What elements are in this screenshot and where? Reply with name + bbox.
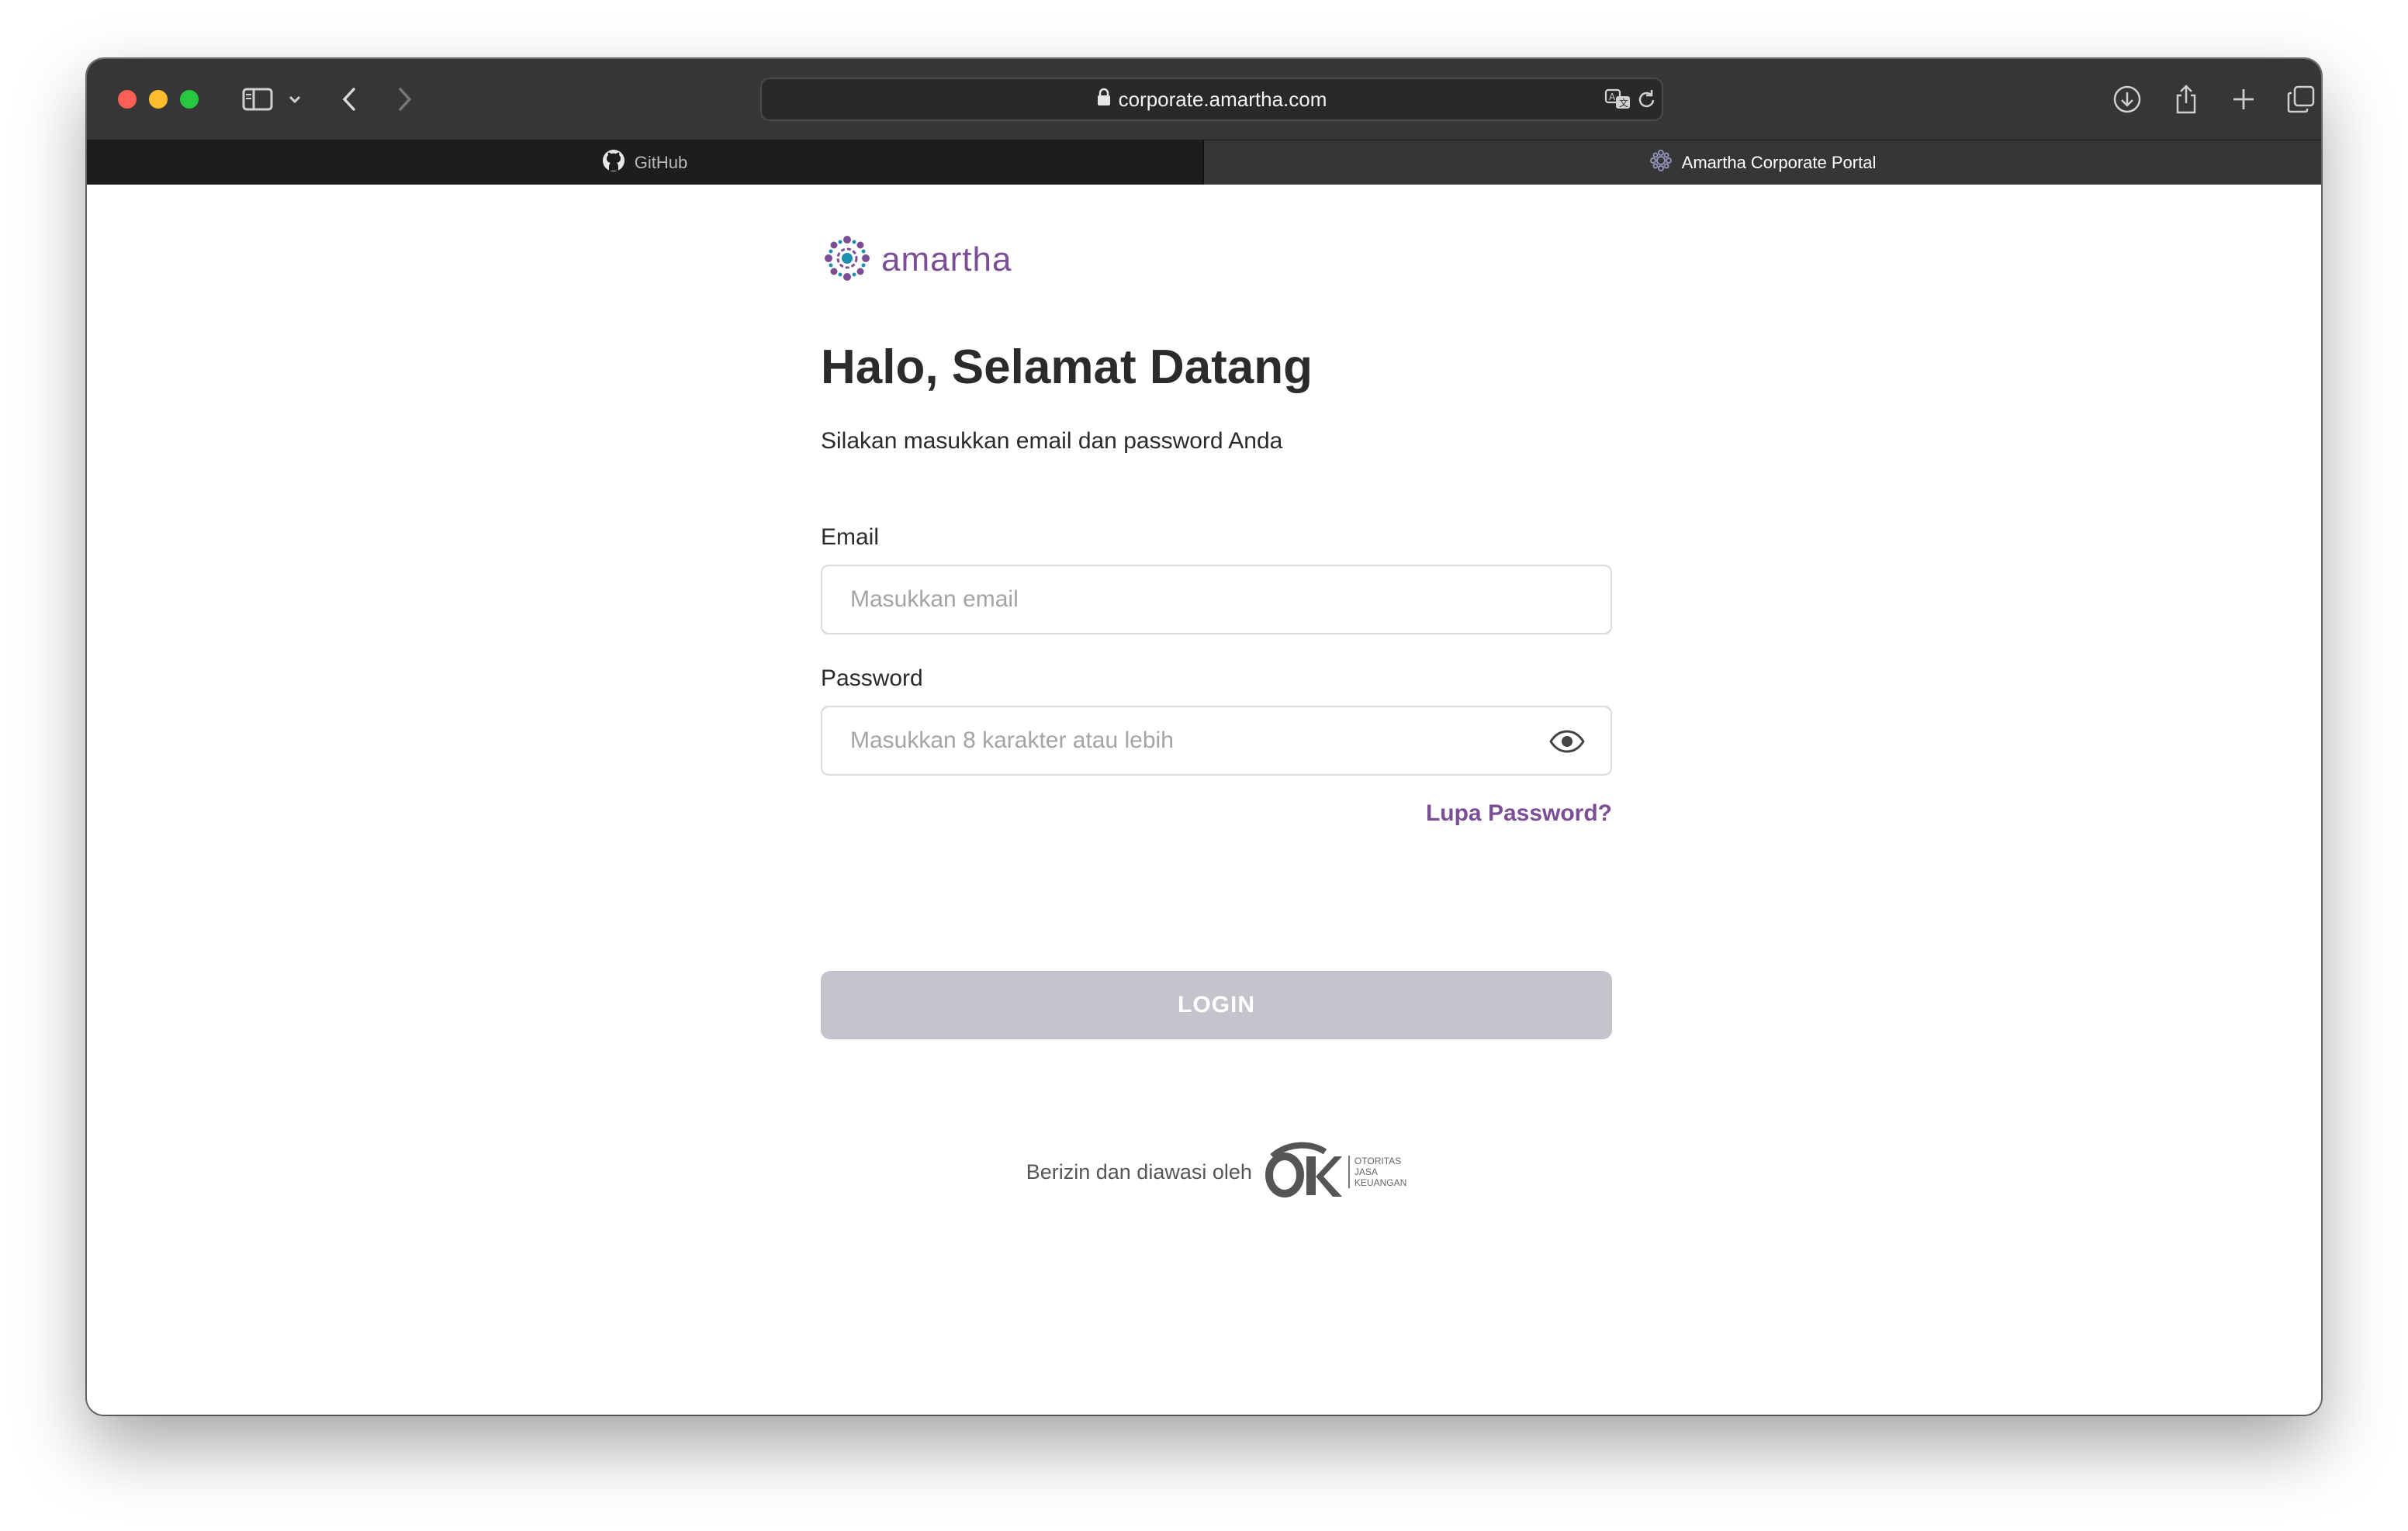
close-window-button[interactable] (118, 90, 137, 109)
page-content: amartha Halo, Selamat Datang Silakan mas… (87, 185, 2321, 1415)
minimize-window-button[interactable] (149, 90, 168, 109)
tab-label: Amartha Corporate Portal (1681, 153, 1877, 172)
regulator-footer: Berizin dan diawasi oleh OTORITAS JASA K… (821, 1137, 1612, 1207)
reload-icon[interactable] (1637, 85, 1657, 113)
github-icon (602, 149, 625, 177)
svg-text:A: A (1609, 92, 1616, 102)
regulated-text: Berizin dan diawasi oleh (1026, 1159, 1252, 1184)
amartha-logo: amartha (821, 233, 1012, 287)
ojk-logo-mark (1265, 1142, 1342, 1197)
zoom-window-button[interactable] (180, 90, 199, 109)
page-subtitle: Silakan masukkan email dan password Anda (821, 428, 1283, 454)
browser-toolbar: corporate.amartha.com A文 (87, 59, 2321, 140)
tab-bar: GitHub Amartha Corporate Portal (87, 140, 2321, 185)
translate-icon[interactable]: A文 (1604, 85, 1632, 113)
email-field[interactable] (821, 565, 1612, 634)
page-title: Halo, Selamat Datang (821, 340, 1313, 394)
tab-label: GitHub (634, 153, 688, 172)
show-password-eye-icon[interactable] (1547, 726, 1587, 757)
login-button[interactable]: LOGIN (821, 971, 1612, 1039)
share-icon[interactable] (2169, 81, 2203, 118)
lock-icon (1097, 88, 1111, 112)
url-text: corporate.amartha.com (1118, 87, 1327, 111)
password-field[interactable] (821, 706, 1612, 776)
sidebar-toggle-icon[interactable] (239, 81, 276, 118)
password-label: Password (821, 665, 923, 691)
new-tab-icon[interactable] (2226, 81, 2261, 118)
svg-text:文: 文 (1619, 97, 1628, 109)
amartha-mandala-icon (821, 232, 874, 289)
forgot-password-link[interactable]: Lupa Password? (1426, 800, 1612, 827)
chevron-down-icon[interactable] (285, 81, 304, 118)
back-icon[interactable] (335, 81, 363, 118)
forward-icon[interactable] (391, 81, 419, 118)
tab-amartha-corporate-portal[interactable]: Amartha Corporate Portal (1204, 140, 2321, 185)
browser-window: corporate.amartha.com A文 GitHub Amartha … (87, 59, 2321, 1415)
tab-overview-icon[interactable] (2284, 81, 2318, 118)
downloads-icon[interactable] (2110, 81, 2144, 118)
address-bar[interactable]: corporate.amartha.com A文 (760, 78, 1663, 121)
amartha-favicon-icon (1649, 149, 1673, 177)
ojk-caption: OTORITAS JASA KEUANGAN (1348, 1156, 1406, 1188)
email-label: Email (821, 524, 880, 550)
ojk-logo: OTORITAS JASA KEUANGAN (1265, 1141, 1406, 1203)
amartha-wordmark: amartha (881, 240, 1012, 278)
tab-github[interactable]: GitHub (87, 140, 1204, 185)
